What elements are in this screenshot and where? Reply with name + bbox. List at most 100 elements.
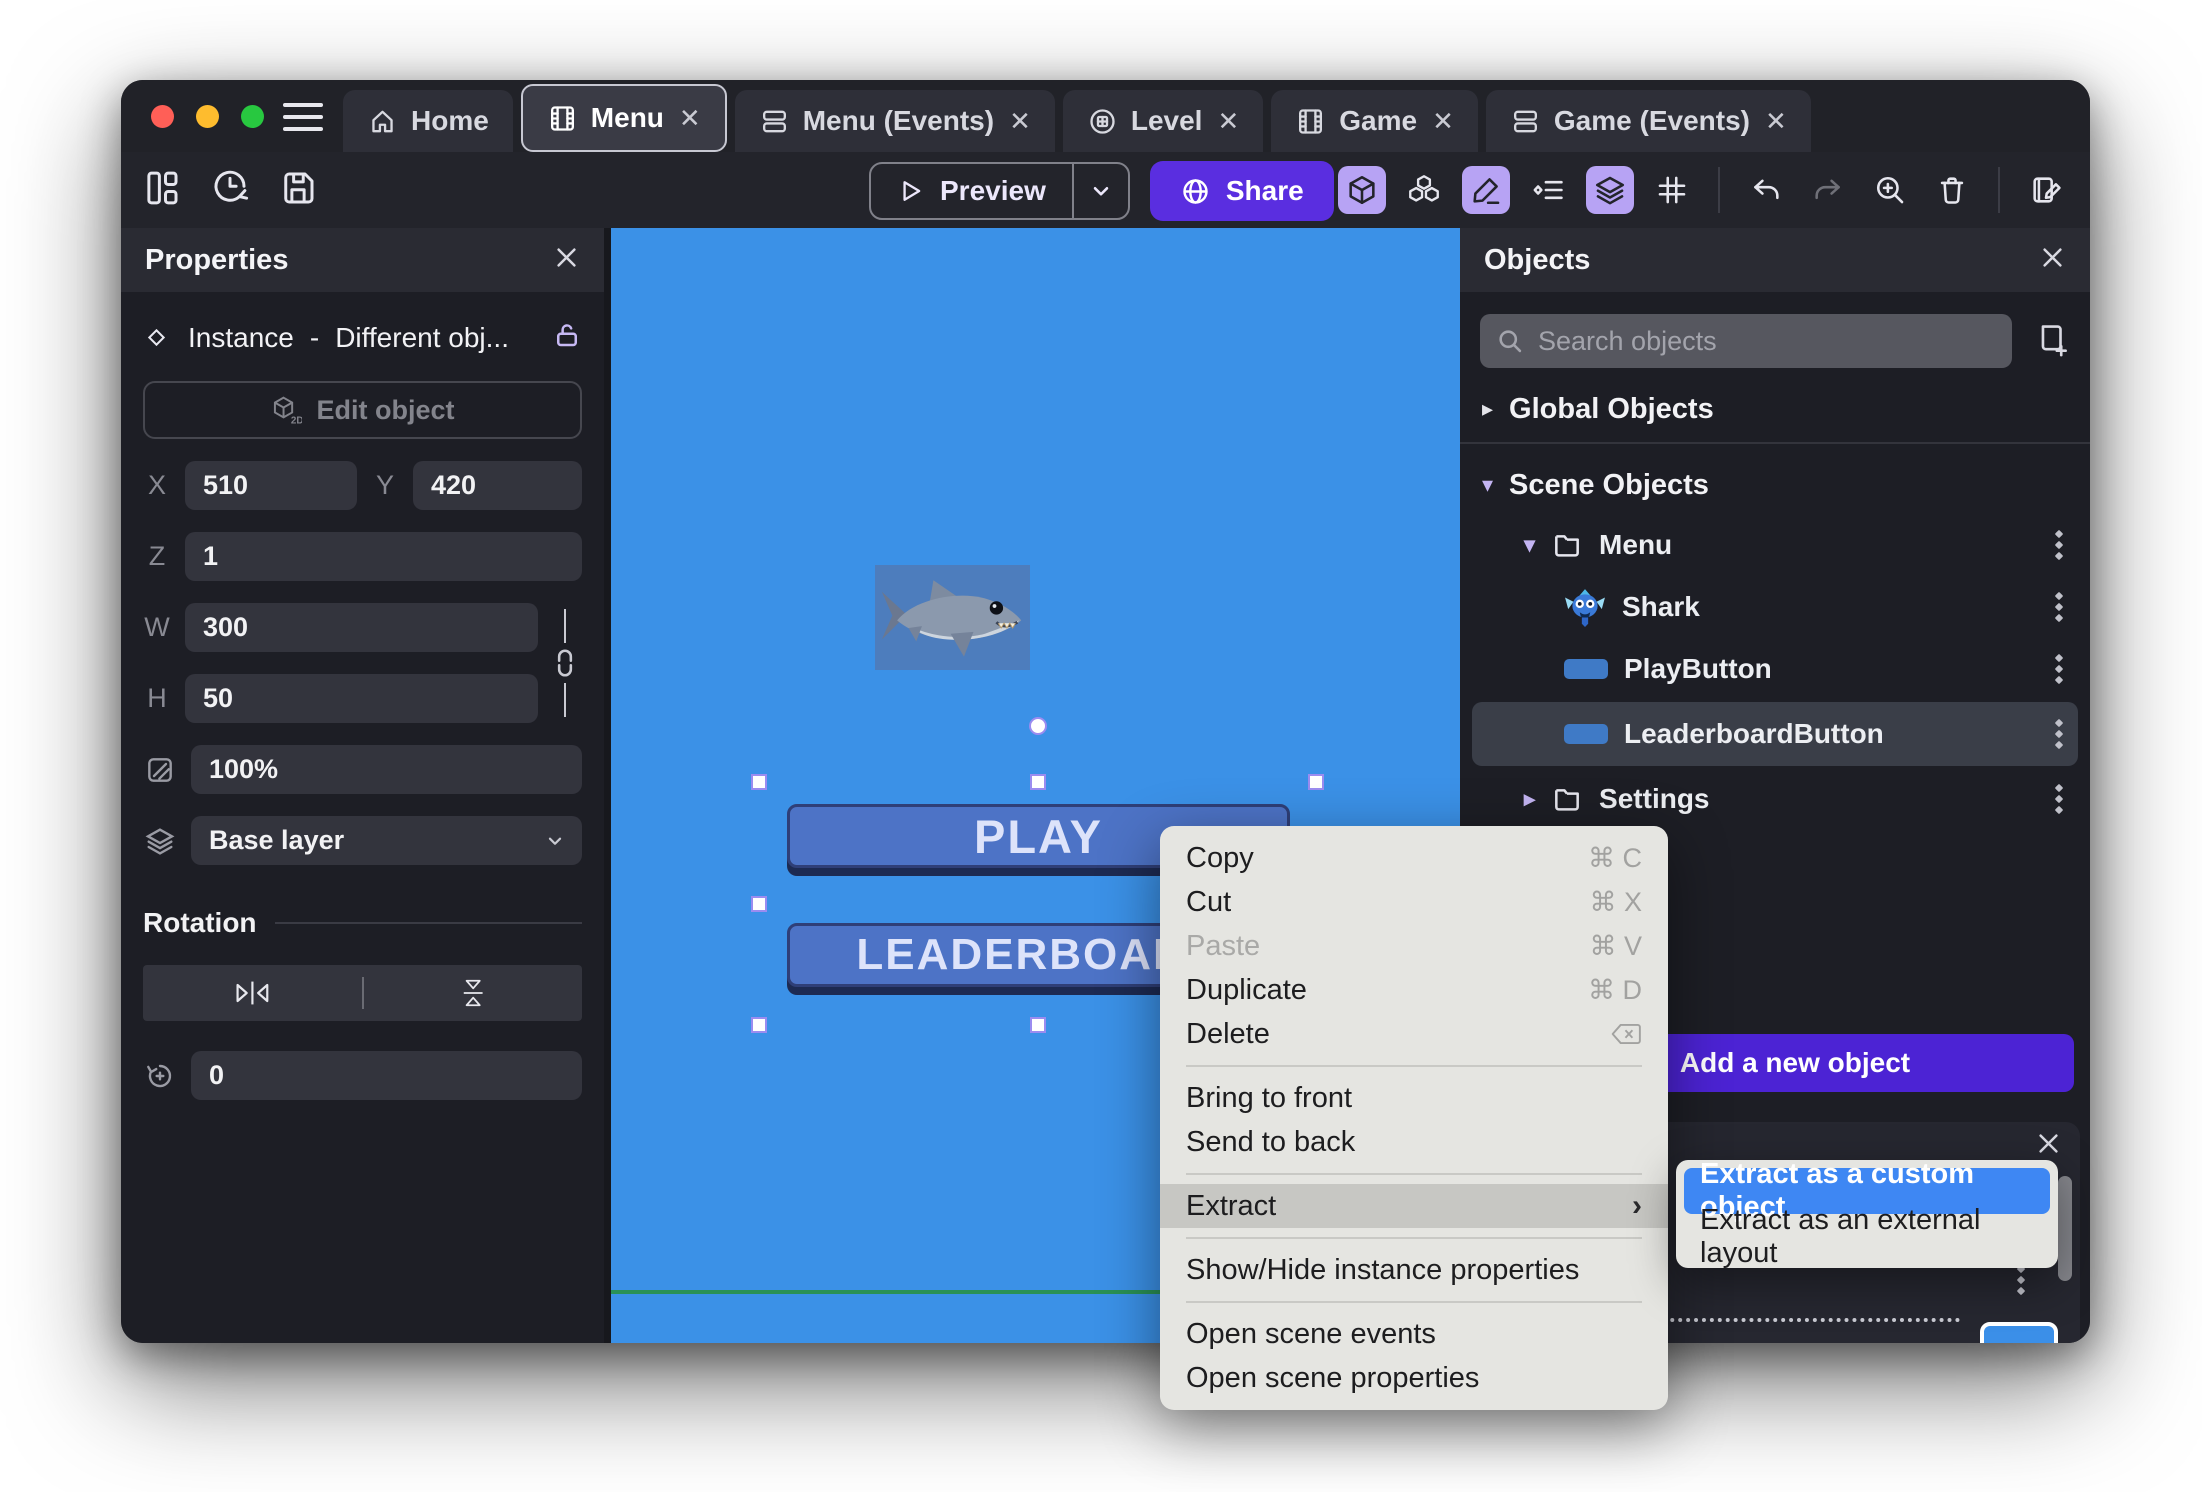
main-menu-icon[interactable] xyxy=(281,100,325,134)
preview-button[interactable]: Preview xyxy=(871,164,1072,218)
object-folder-settings[interactable]: ▸ Settings xyxy=(1472,770,2078,828)
scrollbar[interactable] xyxy=(2058,1176,2072,1281)
instances-list-button[interactable] xyxy=(1400,166,1448,214)
version-history-icon[interactable] xyxy=(209,167,251,209)
scene-objects-row[interactable]: ▾ Scene Objects xyxy=(1460,458,2090,512)
object-playbutton[interactable]: PlayButton xyxy=(1472,640,2078,698)
menu-item-cut[interactable]: Cut ⌘ X xyxy=(1160,880,1668,924)
instance-diamond-icon xyxy=(147,328,166,347)
close-window-button[interactable] xyxy=(151,105,174,128)
kebab-menu-icon[interactable] xyxy=(2052,527,2066,563)
save-icon[interactable] xyxy=(277,167,319,209)
shark-sprite[interactable] xyxy=(875,565,1030,670)
width-row: W xyxy=(143,603,538,652)
menu-item-duplicate[interactable]: Duplicate ⌘ D xyxy=(1160,968,1668,1012)
opacity-field[interactable] xyxy=(191,745,582,794)
scene-properties-button[interactable] xyxy=(2022,166,2070,214)
close-tab-icon[interactable]: ✕ xyxy=(1765,106,1787,137)
rotation-field[interactable] xyxy=(191,1051,582,1100)
flip-horizontal-button[interactable] xyxy=(143,977,362,1009)
tab-game[interactable]: Game ✕ xyxy=(1271,90,1478,152)
search-objects-input[interactable] xyxy=(1480,314,2012,368)
redo-button[interactable] xyxy=(1804,166,1852,214)
flip-vertical-button[interactable] xyxy=(364,977,583,1009)
menu-item-extract[interactable]: Extract › xyxy=(1160,1184,1668,1228)
maximize-window-button[interactable] xyxy=(241,105,264,128)
selection-handle-top-left[interactable] xyxy=(751,774,767,790)
y-field[interactable] xyxy=(413,461,582,510)
playbutton-thumbnail xyxy=(1564,659,1608,679)
lock-ratio-toggle[interactable] xyxy=(550,609,580,717)
selection-handle-top-right[interactable] xyxy=(1308,774,1324,790)
object-label: Settings xyxy=(1599,783,1710,814)
kebab-menu-icon[interactable] xyxy=(2052,589,2066,625)
tab-label: Menu xyxy=(590,102,664,133)
undo-button[interactable] xyxy=(1742,166,1790,214)
menu-item-delete[interactable]: Delete xyxy=(1160,1012,1668,1056)
object-label: LeaderboardButton xyxy=(1624,718,1884,749)
menu-item-copy[interactable]: Copy ⌘ C xyxy=(1160,836,1668,880)
minimize-window-button[interactable] xyxy=(196,105,219,128)
close-tab-icon[interactable]: ✕ xyxy=(1009,106,1031,137)
z-label: Z xyxy=(148,541,166,571)
instance-properties-button[interactable] xyxy=(1524,166,1572,214)
close-tab-icon[interactable]: ✕ xyxy=(1432,106,1454,137)
menu-item-open-scene-events[interactable]: Open scene events xyxy=(1160,1312,1668,1356)
menu-item-send-to-back[interactable]: Send to back xyxy=(1160,1120,1668,1164)
selection-handle-mid-left[interactable] xyxy=(751,896,767,912)
delete-button[interactable] xyxy=(1928,166,1976,214)
panels-layout-icon[interactable] xyxy=(141,167,183,209)
edit-object-label: Edit object xyxy=(316,394,455,425)
close-panel-icon[interactable] xyxy=(553,244,580,276)
tab-menu-events[interactable]: Menu (Events) ✕ xyxy=(734,90,1055,152)
object-folder-menu[interactable]: ▾ Menu xyxy=(1472,516,2078,574)
rotation-row xyxy=(143,1051,582,1100)
toggle-3d-view-button[interactable] xyxy=(1338,166,1386,214)
kebab-menu-icon[interactable] xyxy=(2052,651,2066,687)
tab-label: Level xyxy=(1130,105,1203,136)
rotate-selection-handle[interactable] xyxy=(1029,717,1047,735)
share-button[interactable]: Share xyxy=(1149,161,1334,221)
tab-game-events[interactable]: Game (Events) ✕ xyxy=(1485,90,1811,152)
menu-item-open-scene-properties[interactable]: Open scene properties xyxy=(1160,1356,1668,1400)
edit-mode-button[interactable] xyxy=(1462,166,1510,214)
menu-item-show-hide-instance-properties[interactable]: Show/Hide instance properties xyxy=(1160,1248,1668,1292)
selection-handle-bottom-left[interactable] xyxy=(751,1017,767,1033)
zoom-button[interactable] xyxy=(1866,166,1914,214)
tab-label: Game xyxy=(1339,105,1418,136)
tab-home[interactable]: Home xyxy=(343,90,513,152)
tab-menu[interactable]: Menu ✕ xyxy=(520,84,727,152)
submenu-item-extract-external-layout[interactable]: Extract as an external layout xyxy=(1684,1204,2050,1269)
width-field[interactable] xyxy=(185,603,538,652)
close-tab-icon[interactable]: ✕ xyxy=(679,103,701,134)
object-leaderboardbutton[interactable]: LeaderboardButton xyxy=(1472,702,2078,766)
height-field[interactable] xyxy=(185,674,538,723)
z-field[interactable] xyxy=(185,532,582,581)
opacity-row xyxy=(143,745,582,794)
close-panel-icon[interactable] xyxy=(2039,244,2066,276)
menu-item-paste[interactable]: Paste ⌘ V xyxy=(1160,924,1668,968)
background-color-swatch[interactable] xyxy=(1980,1322,2058,1343)
edit-object-button[interactable]: 2D Edit object xyxy=(143,381,582,439)
object-shark[interactable]: Shark xyxy=(1472,578,2078,636)
tab-label: Home xyxy=(411,105,489,136)
tab-level[interactable]: Level ✕ xyxy=(1062,90,1264,152)
layers-panel-button[interactable] xyxy=(1586,166,1634,214)
close-tab-icon[interactable]: ✕ xyxy=(1217,106,1239,137)
selection-handle-top-center[interactable] xyxy=(1030,774,1046,790)
preview-options-button[interactable] xyxy=(1074,164,1128,218)
objects-panel-header: Objects xyxy=(1460,228,2090,292)
unlock-icon[interactable] xyxy=(552,320,582,355)
global-objects-row[interactable]: ▸ Global Objects xyxy=(1460,382,2090,436)
chevron-down-icon xyxy=(544,830,566,857)
selection-handle-bottom-center[interactable] xyxy=(1030,1017,1046,1033)
kebab-menu-icon[interactable] xyxy=(2052,716,2066,752)
grid-button[interactable] xyxy=(1648,166,1696,214)
kebab-menu-icon[interactable] xyxy=(2052,781,2066,817)
close-panel-icon[interactable] xyxy=(2035,1130,2062,1162)
menu-item-bring-to-front[interactable]: Bring to front xyxy=(1160,1076,1668,1120)
undo-icon xyxy=(1754,179,1779,200)
add-folder-button[interactable] xyxy=(2032,320,2070,363)
x-field[interactable] xyxy=(185,461,357,510)
layer-dropdown[interactable] xyxy=(191,816,582,865)
